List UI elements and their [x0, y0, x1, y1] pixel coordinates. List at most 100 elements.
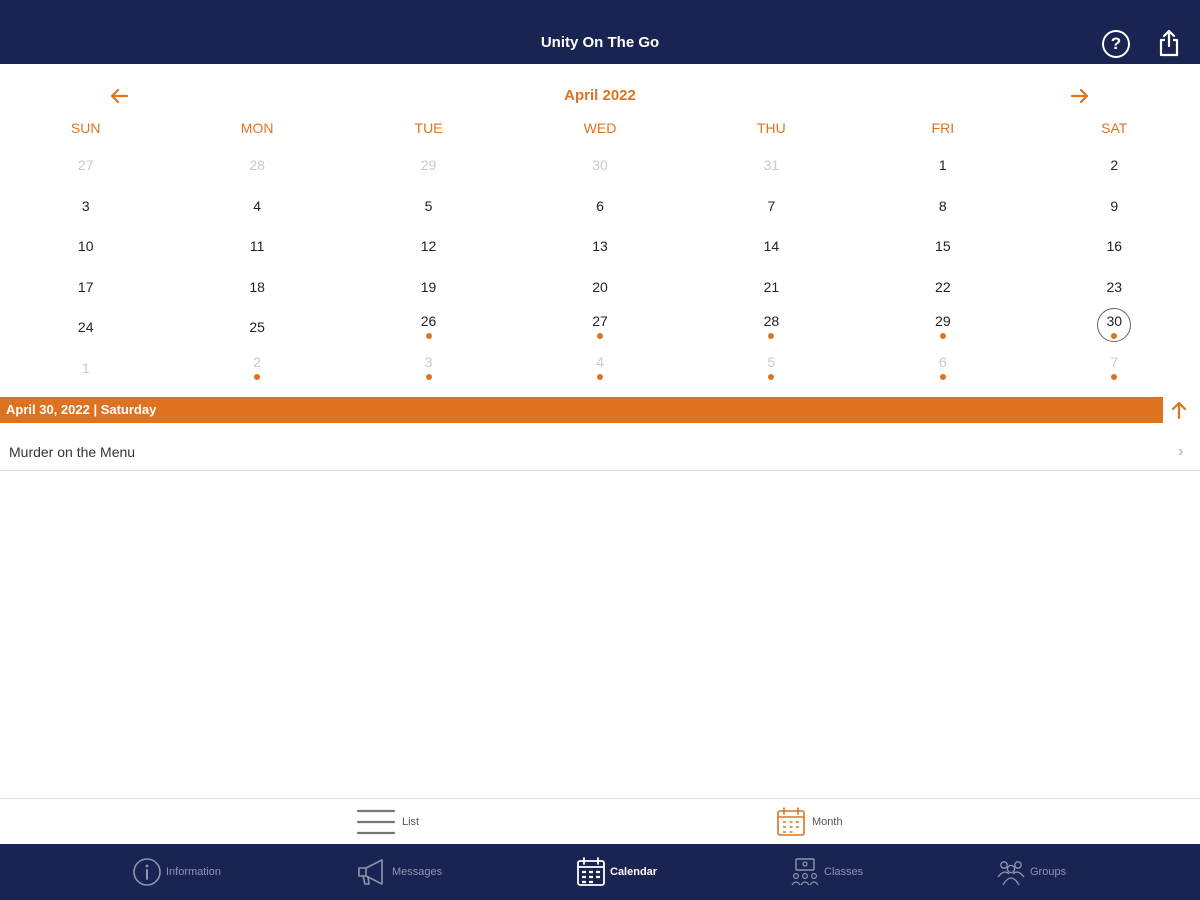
- calendar-day[interactable]: 22: [857, 266, 1028, 307]
- calendar-day[interactable]: 19: [343, 266, 514, 307]
- calendar-day[interactable]: 27: [514, 306, 685, 347]
- weekday-label: TUE: [414, 120, 443, 136]
- day-number: 3: [424, 353, 433, 370]
- day-number: 26: [420, 313, 437, 329]
- calendar-day[interactable]: 10: [0, 225, 171, 266]
- classroom-icon: [791, 858, 819, 886]
- calendar-day[interactable]: 3: [0, 185, 171, 226]
- arrow-up-icon: [1171, 401, 1187, 420]
- calendar-day[interactable]: 27: [0, 144, 171, 185]
- selected-date-label: April 30, 2022 | Saturday: [6, 402, 157, 417]
- next-month-button[interactable]: [1068, 84, 1092, 108]
- calendar-day[interactable]: 28: [171, 144, 342, 185]
- calendar-day[interactable]: 4: [171, 185, 342, 226]
- day-number: 2: [1110, 157, 1119, 173]
- calendar-day[interactable]: 7: [686, 185, 857, 226]
- month-view-button[interactable]: Month: [776, 805, 843, 839]
- bottom-tab-bar: Information Messages Calendar Classes Gr…: [0, 844, 1200, 900]
- event-list-item[interactable]: Murder on the Menu ›: [0, 432, 1200, 471]
- day-number: 9: [1110, 197, 1119, 214]
- share-button[interactable]: [1157, 28, 1181, 58]
- day-number: 1: [938, 157, 947, 173]
- calendar-day[interactable]: 18: [171, 266, 342, 307]
- calendar-day[interactable]: 8: [857, 185, 1028, 226]
- tab-classes[interactable]: Classes: [790, 852, 863, 892]
- day-number: 18: [249, 278, 265, 295]
- calendar-day[interactable]: 6: [857, 347, 1028, 388]
- event-indicator-dot: [254, 373, 261, 380]
- calendar-day[interactable]: 23: [1029, 266, 1200, 307]
- calendar-day[interactable]: 25: [171, 306, 342, 347]
- calendar-day[interactable]: 20: [514, 266, 685, 307]
- calendar-day[interactable]: 1: [0, 347, 171, 388]
- day-number: 30: [592, 157, 608, 173]
- list-view-button[interactable]: List: [356, 805, 419, 839]
- app-header: Unity On The Go ?: [0, 0, 1200, 64]
- calendar-day[interactable]: 13: [514, 225, 685, 266]
- event-indicator-dot: [596, 333, 603, 339]
- calendar-day[interactable]: 21: [686, 266, 857, 307]
- day-number: 19: [420, 278, 437, 295]
- day-number: 20: [592, 278, 608, 295]
- day-number: 23: [1106, 278, 1123, 295]
- group-icon: [997, 861, 1025, 886]
- day-number: 10: [77, 238, 94, 254]
- day-number: 21: [763, 278, 780, 295]
- calendar-week-row: 27 28 29 30 31 1 2: [0, 144, 1200, 185]
- calendar-day-selected[interactable]: 30: [1029, 306, 1200, 347]
- day-number: 6: [596, 197, 604, 214]
- calendar-day[interactable]: 4: [514, 347, 685, 388]
- month-calendar: SUN MON TUE WED THU FRI SAT 27 28 29 30 31 1 2…: [0, 112, 1200, 387]
- tab-messages[interactable]: Messages: [356, 852, 442, 892]
- calendar-day[interactable]: 29: [857, 306, 1028, 347]
- calendar-day[interactable]: 15: [857, 225, 1028, 266]
- help-button[interactable]: ?: [1102, 30, 1130, 58]
- event-indicator-dot: [939, 373, 946, 380]
- calendar-day[interactable]: 30: [514, 144, 685, 185]
- calendar-day[interactable]: 28: [686, 306, 857, 347]
- day-number: 3: [81, 197, 90, 214]
- day-number: 15: [935, 238, 951, 254]
- weekday-label: FRI: [931, 120, 955, 136]
- calendar-day[interactable]: 14: [686, 225, 857, 266]
- calendar-day[interactable]: 5: [343, 185, 514, 226]
- tab-groups[interactable]: Groups: [996, 852, 1066, 892]
- calendar-day[interactable]: 7: [1029, 347, 1200, 388]
- collapse-calendar-button[interactable]: [1168, 399, 1190, 421]
- tab-calendar[interactable]: Calendar: [576, 852, 657, 892]
- calendar-day[interactable]: 2: [171, 347, 342, 388]
- day-number: 7: [1110, 353, 1119, 370]
- day-number: 31: [763, 157, 780, 173]
- calendar-day[interactable]: 31: [686, 144, 857, 185]
- calendar-day[interactable]: 17: [0, 266, 171, 307]
- calendar-day[interactable]: 26: [343, 306, 514, 347]
- calendar-day[interactable]: 29: [343, 144, 514, 185]
- calendar-day[interactable]: 16: [1029, 225, 1200, 266]
- calendar-day[interactable]: 1: [857, 144, 1028, 185]
- calendar-day[interactable]: 3: [343, 347, 514, 388]
- calendar-week-row: 24 25 26 27 28 29 30: [0, 306, 1200, 347]
- tab-information-label: Information: [166, 866, 222, 878]
- list-view-label: List: [402, 816, 420, 828]
- calendar-day[interactable]: 2: [1029, 144, 1200, 185]
- calendar-day[interactable]: 6: [514, 185, 685, 226]
- calendar-day[interactable]: 24: [0, 306, 171, 347]
- tab-groups-label: Groups: [1030, 866, 1067, 878]
- day-number: 28: [763, 313, 780, 329]
- day-number: 29: [935, 313, 951, 329]
- calendar-day[interactable]: 12: [343, 225, 514, 266]
- event-indicator-dot: [596, 373, 603, 380]
- calendar-day[interactable]: 9: [1029, 185, 1200, 226]
- day-number: 25: [249, 319, 265, 335]
- calendar-week-row: 17 18 19 20 21 22 23: [0, 266, 1200, 307]
- weekday-label: SUN: [70, 120, 101, 136]
- event-indicator-dot: [1111, 373, 1118, 380]
- calendar-day[interactable]: 11: [171, 225, 342, 266]
- day-number: 14: [763, 238, 780, 254]
- day-number: 30: [1106, 313, 1123, 329]
- calendar-day[interactable]: 5: [686, 347, 857, 388]
- day-number: 27: [592, 313, 608, 329]
- tab-information[interactable]: Information: [132, 852, 221, 892]
- day-number: 6: [938, 353, 947, 370]
- day-number: 16: [1106, 238, 1123, 254]
